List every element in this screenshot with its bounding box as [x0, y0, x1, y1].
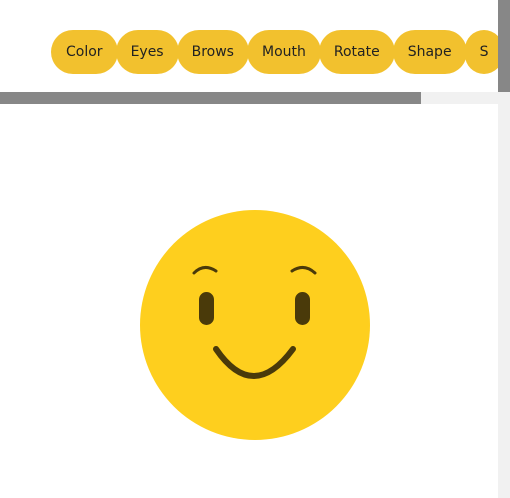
tab-rotate[interactable]: Rotate [318, 30, 395, 74]
emoji-editor-toolbar: Color Eyes Brows Mouth Rotate Shape S [0, 0, 498, 104]
vertical-scrollbar-thumb[interactable] [498, 0, 510, 92]
right-eye [295, 292, 310, 325]
tab-brows[interactable]: Brows [176, 30, 249, 74]
emoji-preview [140, 210, 370, 440]
tab-color[interactable]: Color [51, 30, 118, 74]
tab-strip: Color Eyes Brows Mouth Rotate Shape S [51, 30, 498, 74]
horizontal-scrollbar-thumb[interactable] [0, 92, 421, 104]
tab-mouth[interactable]: Mouth [246, 30, 321, 74]
horizontal-scrollbar[interactable] [0, 92, 498, 104]
tab-shape[interactable]: Shape [392, 30, 467, 74]
left-eye [199, 292, 214, 325]
tab-eyes[interactable]: Eyes [115, 30, 179, 74]
smiley-face-icon [140, 210, 370, 440]
face [140, 210, 370, 440]
tab-partial[interactable]: S [464, 30, 498, 74]
vertical-scrollbar[interactable] [498, 0, 510, 498]
